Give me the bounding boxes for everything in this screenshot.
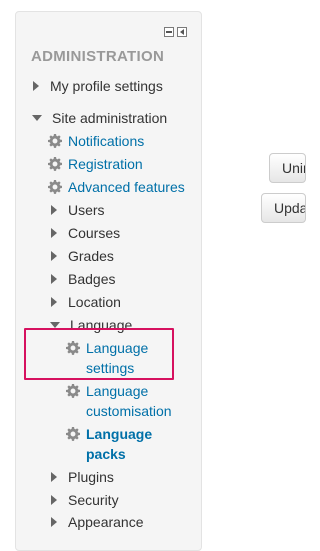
- hide-block-icon[interactable]: [164, 27, 174, 37]
- gear-icon: [48, 134, 62, 148]
- nav-label: Language customisation: [86, 383, 172, 419]
- nav-label: Users: [68, 202, 105, 218]
- nav-label: Registration: [68, 156, 143, 172]
- nav-label: Grades: [68, 248, 114, 264]
- update-button[interactable]: Update: [261, 193, 306, 223]
- nav-advanced-features[interactable]: Advanced features: [48, 177, 185, 197]
- nav-my-profile-settings[interactable]: My profile settings: [33, 76, 163, 96]
- nav-label: Appearance: [68, 514, 144, 530]
- uninstall-button[interactable]: Uninstall: [269, 153, 306, 183]
- gear-icon: [66, 427, 80, 441]
- nav-language-packs[interactable]: Language packs: [66, 424, 176, 464]
- expanded-arrow-icon: [32, 115, 42, 121]
- nav-courses[interactable]: Courses: [51, 223, 120, 243]
- nav-badges[interactable]: Badges: [51, 269, 115, 289]
- nav-label: Language packs: [86, 426, 153, 462]
- collapsed-arrow-icon: [51, 297, 57, 307]
- collapsed-arrow-icon: [51, 251, 57, 261]
- collapsed-arrow-icon: [51, 472, 57, 482]
- nav-label: Plugins: [68, 469, 114, 485]
- block-controls: [164, 27, 187, 37]
- nav-plugins[interactable]: Plugins: [51, 467, 114, 487]
- collapsed-arrow-icon: [51, 274, 57, 284]
- nav-notifications[interactable]: Notifications: [48, 131, 144, 151]
- nav-registration[interactable]: Registration: [48, 154, 143, 174]
- nav-users[interactable]: Users: [51, 200, 105, 220]
- collapsed-arrow-icon: [33, 81, 39, 91]
- block-title: ADMINISTRATION: [31, 48, 165, 65]
- nav-site-administration[interactable]: Site administration: [32, 108, 167, 128]
- highlight-box: [24, 328, 174, 380]
- nav-label: Location: [68, 294, 121, 310]
- collapsed-arrow-icon: [51, 228, 57, 238]
- nav-security[interactable]: Security: [51, 490, 119, 510]
- gear-icon: [48, 157, 62, 171]
- nav-label: Advanced features: [68, 179, 185, 195]
- nav-label: My profile settings: [50, 78, 163, 94]
- nav-label: Courses: [68, 225, 121, 241]
- nav-grades[interactable]: Grades: [51, 246, 114, 266]
- nav-label: Site administration: [52, 110, 168, 126]
- collapsed-arrow-icon: [51, 517, 57, 527]
- collapsed-arrow-icon: [51, 495, 57, 505]
- gear-icon: [48, 180, 62, 194]
- nav-label: Security: [68, 492, 119, 508]
- gear-icon: [66, 384, 80, 398]
- dock-block-icon[interactable]: [177, 27, 187, 37]
- nav-language-customisation[interactable]: Language customisation: [66, 381, 176, 421]
- nav-label: Notifications: [68, 133, 145, 149]
- nav-appearance[interactable]: Appearance: [51, 512, 144, 532]
- collapsed-arrow-icon: [51, 205, 57, 215]
- nav-location[interactable]: Location: [51, 292, 121, 312]
- nav-label: Badges: [68, 271, 116, 287]
